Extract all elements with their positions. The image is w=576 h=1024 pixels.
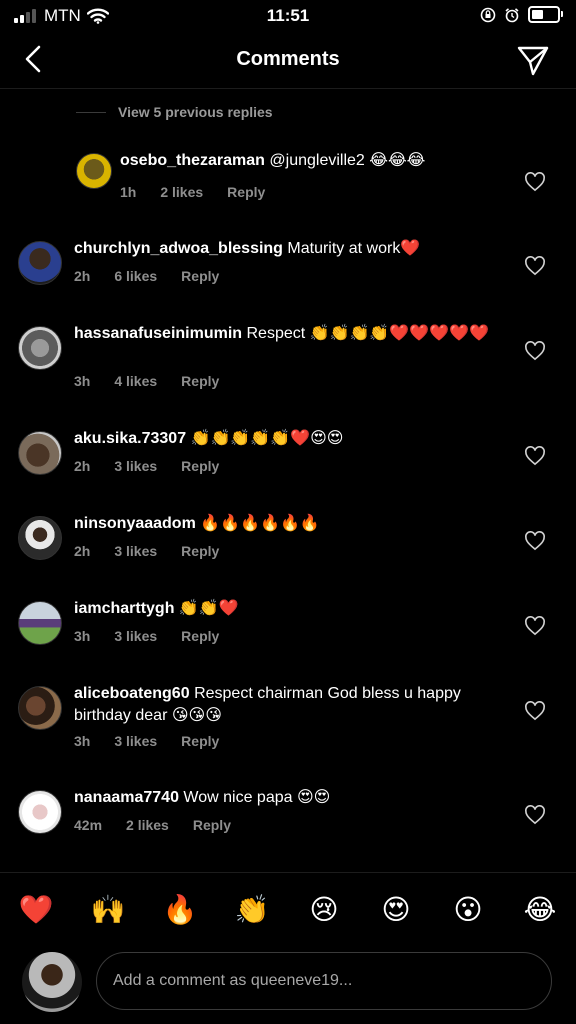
alarm-icon [505,7,519,22]
comment-meta: 3h 3 likes Reply [74,733,219,749]
comment-likes[interactable]: 3 likes [114,628,157,644]
comment-body: Wow nice papa 😍😍 [183,789,331,806]
like-heart-icon[interactable] [524,172,546,192]
comment-likes[interactable]: 2 likes [160,184,203,200]
direct-message-icon[interactable] [516,43,550,77]
comment-text: iamcharttygh 👏👏❤️ [74,598,496,620]
comment-likes[interactable]: 4 likes [114,373,157,389]
comment-text: nanaama7740 Wow nice papa 😍😍 [74,787,496,809]
page-title: Comments [236,48,340,70]
comment-body: 👏👏❤️ [178,600,239,617]
comment-username[interactable]: hassanafuseinimumin [74,325,242,342]
avatar[interactable] [18,326,62,370]
comment-time: 2h [74,268,91,284]
comment-likes[interactable]: 3 likes [114,543,157,559]
comment-username[interactable]: osebo_thezaraman [120,152,265,169]
comment-meta: 2h 3 likes Reply [74,543,219,559]
avatar[interactable] [18,790,62,834]
reply-button[interactable]: Reply [181,458,219,474]
comment-likes[interactable]: 3 likes [114,733,157,749]
comment-time: 42m [74,817,103,833]
reaction-heart-eyes-emoji[interactable]: 😍 [376,893,416,926]
comment-meta: 3h 3 likes Reply [74,628,219,644]
reply-button[interactable]: Reply [227,184,265,200]
avatar[interactable] [76,153,112,189]
like-heart-icon[interactable] [524,256,546,276]
comment-username[interactable]: aliceboateng60 [74,685,190,702]
comment-username[interactable]: iamcharttygh [74,600,174,617]
comment-body: 🔥🔥🔥🔥🔥🔥 [200,515,320,532]
avatar[interactable] [18,431,62,475]
comment-time: 2h [74,458,91,474]
like-heart-icon[interactable] [524,341,546,361]
comment-username[interactable]: churchlyn_adwoa_blessing [74,240,283,257]
comment-likes[interactable]: 6 likes [114,268,157,284]
comment-time: 3h [74,733,91,749]
comment-username[interactable]: nanaama7740 [74,789,179,806]
comment-time: 2h [74,543,91,559]
comment-composer: Add a comment as queeneve19... [0,944,576,1024]
orientation-lock-icon [480,7,496,22]
comment-text: hassanafuseinimumin Respect 👏👏👏👏❤️❤️❤️❤️… [74,323,496,345]
comment-meta: 42m 2 likes Reply [74,817,231,833]
reaction-clap-emoji[interactable]: 👏 [232,893,272,926]
avatar[interactable] [18,516,62,560]
comment-time: 3h [74,628,91,644]
battery-icon [528,6,563,23]
reply-button[interactable]: Reply [181,373,219,389]
avatar[interactable] [18,686,62,730]
comment-text: aliceboateng60 Respect chairman God bles… [74,683,496,727]
reaction-raised-hands-emoji[interactable]: 🙌 [88,893,128,926]
status-icons [480,6,563,23]
comment-meta: 2h 3 likes Reply [74,458,219,474]
avatar[interactable] [18,241,62,285]
reaction-laughing-emoji[interactable]: 😂 [520,893,560,926]
reaction-fire-emoji[interactable]: 🔥 [160,893,200,926]
comment-username[interactable]: ninsonyaaadom [74,515,196,532]
reaction-heart-emoji[interactable]: ❤️ [16,893,56,926]
current-user-avatar [22,952,82,1012]
comment-time: 3h [74,373,91,389]
comment-text: osebo_thezaraman @jungleville2 😂😂😂 [120,150,496,172]
like-heart-icon[interactable] [524,446,546,466]
like-heart-icon[interactable] [524,805,546,825]
comment-body: Respect 👏👏👏👏❤️❤️❤️❤️❤️ [246,325,489,342]
comment-text: ninsonyaaadom 🔥🔥🔥🔥🔥🔥 [74,513,496,535]
reply-button[interactable]: Reply [181,733,219,749]
reply-button[interactable]: Reply [181,543,219,559]
comment-meta: 2h 6 likes Reply [74,268,219,284]
status-bar: MTN 11:51 [0,0,576,30]
like-heart-icon[interactable] [524,531,546,551]
avatar[interactable] [18,601,62,645]
comment-input-placeholder: Add a comment as queeneve19... [113,972,353,989]
comment-text: aku.sika.73307 👏👏👏👏👏❤️😍😍 [74,428,496,450]
view-replies-label: View 5 previous replies [118,104,273,120]
comment-body: 👏👏👏👏👏❤️😍😍 [190,430,344,447]
comment-text: churchlyn_adwoa_blessing Maturity at wor… [74,238,496,260]
comment-time: 1h [120,184,137,200]
reply-thread-line [76,111,106,113]
quick-reaction-bar: ❤️ 🙌 🔥 👏 😢 😍 😮 😂 [0,872,576,945]
comment-input[interactable]: Add a comment as queeneve19... [96,952,552,1010]
like-heart-icon[interactable] [524,701,546,721]
like-heart-icon[interactable] [524,616,546,636]
comment-body: @jungleville2 😂😂😂 [269,152,426,169]
comment-meta: 1h 2 likes Reply [120,184,265,200]
reply-button[interactable]: Reply [181,268,219,284]
reaction-surprised-emoji[interactable]: 😮 [448,893,488,926]
comment-body: Maturity at work❤️ [287,240,421,257]
comment-username[interactable]: aku.sika.73307 [74,430,186,447]
comment-likes[interactable]: 3 likes [114,458,157,474]
comment-meta: 3h 4 likes Reply [74,373,219,389]
view-previous-replies-link[interactable]: View 5 previous replies [76,104,273,120]
comment-likes[interactable]: 2 likes [126,817,169,833]
nav-bar: Comments [0,30,576,89]
reaction-crying-emoji[interactable]: 😢 [304,893,344,926]
reply-button[interactable]: Reply [193,817,231,833]
reply-button[interactable]: Reply [181,628,219,644]
